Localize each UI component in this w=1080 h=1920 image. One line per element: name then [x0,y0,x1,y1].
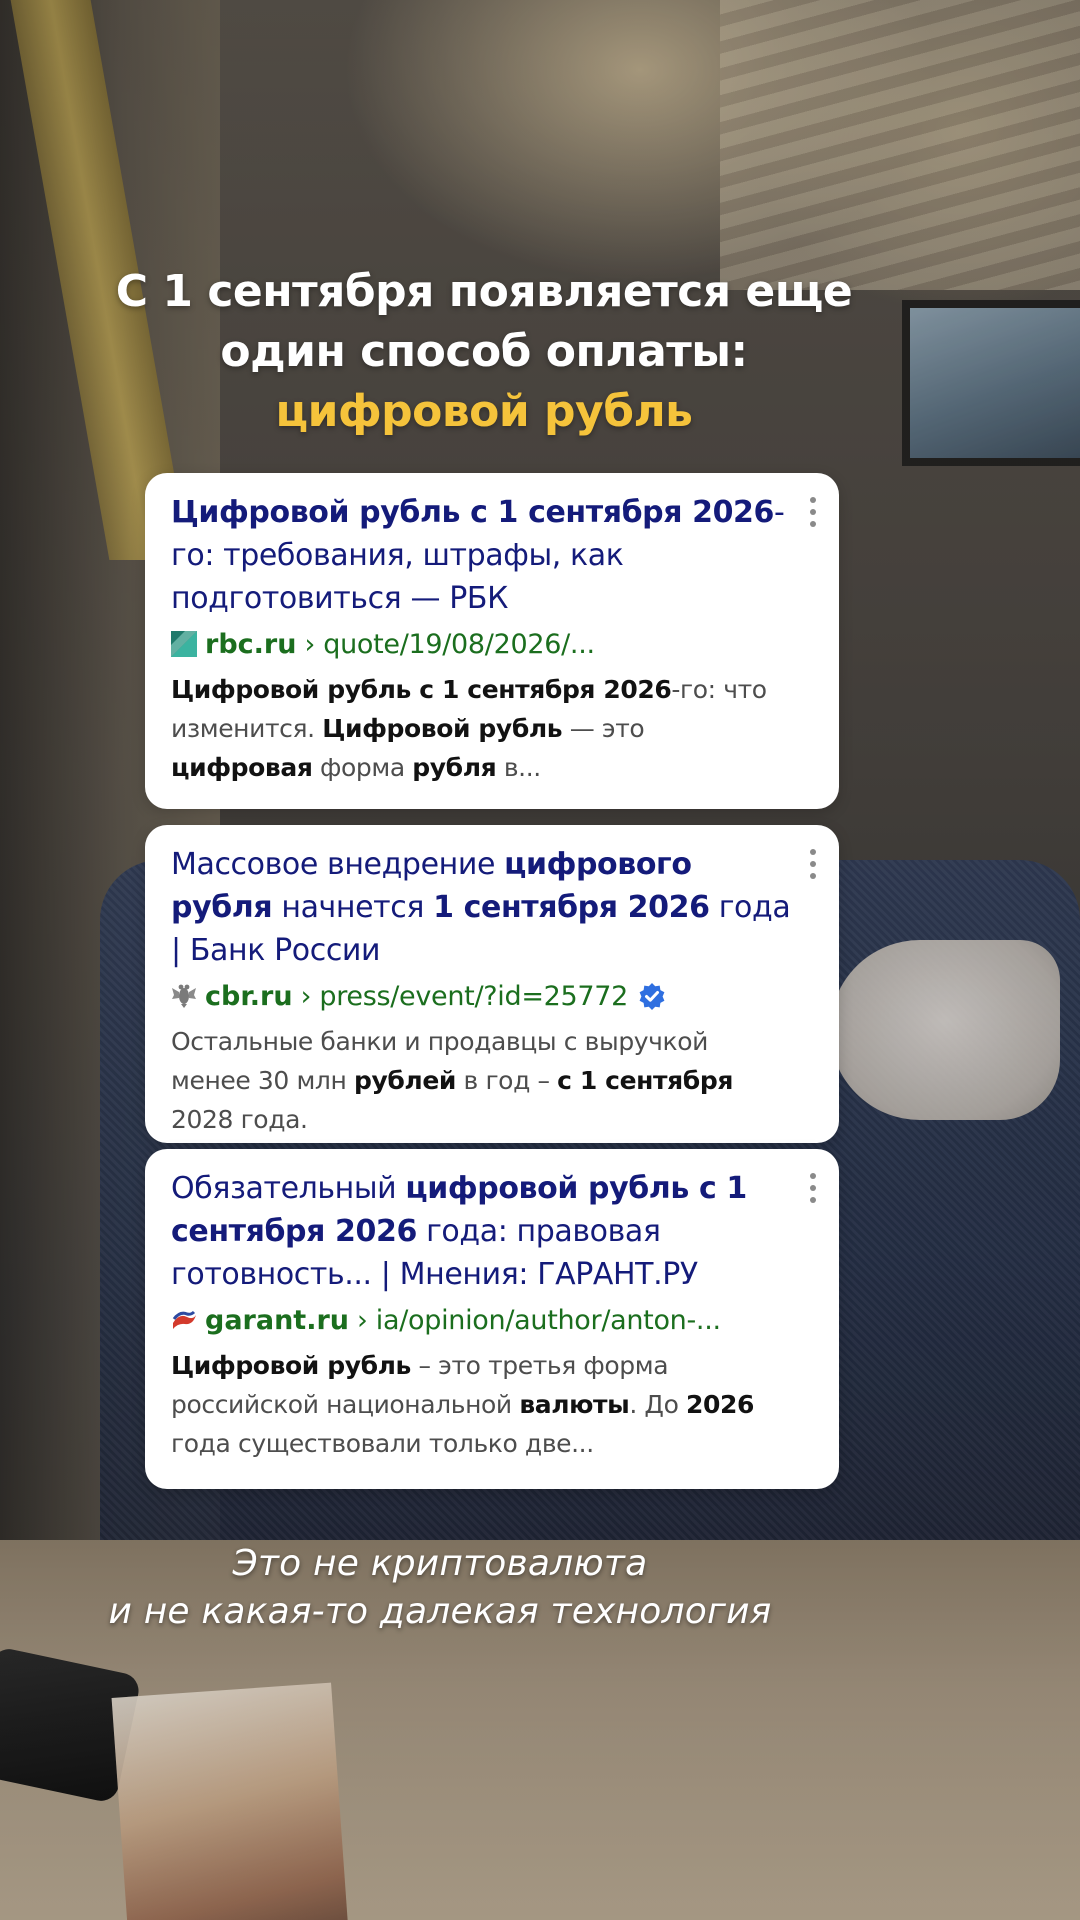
result-snippet: Цифровой рубль – это третья форма россий… [171,1351,754,1458]
result-domain: garant.ru [205,1304,350,1336]
result-path: › quote/19/08/2026/... [304,628,595,660]
rbc-favicon-icon [171,631,197,657]
headline-line-1: С 1 сентября появляется еще [115,266,853,317]
result-url[interactable]: garant.ru › ia/opinion/author/anton-... [171,1300,791,1340]
caption-line-1: Это не криптовалюта [232,1543,648,1584]
search-result-card: Цифровой рубль с 1 сентября 2026-го: тре… [145,473,839,809]
result-url[interactable]: rbc.ru › quote/19/08/2026/... [171,624,791,664]
headline: С 1 сентября появляется еще один способ … [0,262,968,442]
result-path: › ia/opinion/author/anton-... [357,1304,721,1336]
search-result-card: Обязательный цифровой рубль с 1 сентября… [145,1149,839,1489]
result-path: › press/event/?id=25772 [300,980,629,1012]
caption: Это не криптовалюта и не какая-то далека… [0,1540,880,1636]
result-title-link[interactable]: Цифровой рубль с 1 сентября 2026-го: тре… [171,491,791,620]
result-snippet: Остальные банки и продавцы с выручкой ме… [171,1027,733,1134]
result-title-link[interactable]: Массовое внедрение цифрового рубля начне… [171,843,791,972]
cbr-eagle-icon [172,984,196,1008]
caption-line-2: и не какая-то далекая технология [108,1591,772,1632]
result-domain: cbr.ru [205,980,293,1012]
search-result-card: Массовое внедрение цифрового рубля начне… [145,825,839,1143]
result-url[interactable]: cbr.ru › press/event/?id=25772 [171,976,791,1016]
result-domain: rbc.ru [205,628,297,660]
headline-line-2: один способ оплаты: [220,326,748,377]
garant-favicon-icon [172,1310,196,1329]
more-options-icon[interactable] [809,1173,817,1203]
result-snippet: Цифровой рубль с 1 сентября 2026-го: что… [171,675,767,782]
verified-check-icon [639,983,665,1010]
more-options-icon[interactable] [809,497,817,527]
more-options-icon[interactable] [809,849,817,879]
headline-accent: цифровой рубль [275,386,694,437]
result-title-link[interactable]: Обязательный цифровой рубль с 1 сентября… [171,1167,791,1296]
